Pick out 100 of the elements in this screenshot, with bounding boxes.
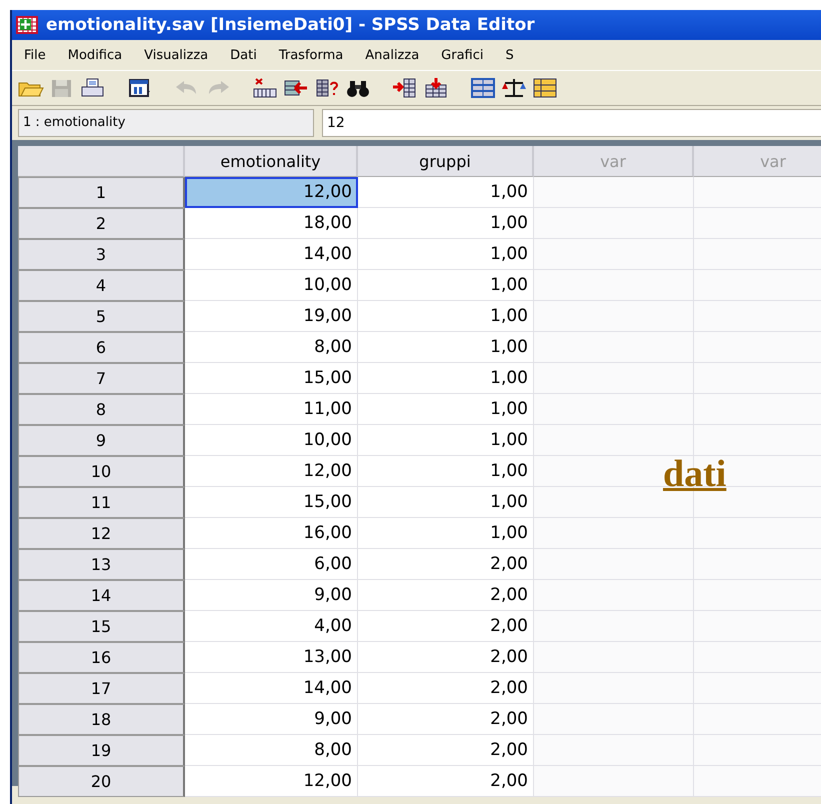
row-header[interactable]: 15 (18, 611, 185, 642)
row-header[interactable]: 10 (18, 456, 185, 487)
table-cell[interactable]: 12,00 (185, 177, 358, 208)
row-header[interactable]: 4 (18, 270, 185, 301)
row-header[interactable]: 1 (18, 177, 185, 208)
menu-item[interactable]: Modifica (68, 48, 122, 62)
table-cell[interactable]: 16,00 (185, 518, 358, 549)
table-cell[interactable]: 1,00 (358, 425, 534, 456)
table-cell[interactable] (534, 177, 694, 208)
table-cell[interactable]: 9,00 (185, 704, 358, 735)
menu-item[interactable]: Visualizza (144, 48, 208, 62)
table-cell[interactable]: 19,00 (185, 301, 358, 332)
printer-icon[interactable] (80, 77, 106, 99)
menu-item[interactable]: Grafici (441, 48, 484, 62)
table-cell[interactable] (534, 363, 694, 394)
table-cell[interactable] (534, 332, 694, 363)
table-cell[interactable] (534, 642, 694, 673)
scale-icon[interactable] (501, 77, 527, 99)
table-cell[interactable]: 2,00 (358, 642, 534, 673)
row-header[interactable]: 7 (18, 363, 185, 394)
row-header[interactable]: 16 (18, 642, 185, 673)
table-cell[interactable] (534, 766, 694, 797)
table-cell[interactable]: 12,00 (185, 766, 358, 797)
table-cell[interactable]: 14,00 (185, 239, 358, 270)
row-header[interactable]: 2 (18, 208, 185, 239)
cell-reference: 1 : emotionality (18, 109, 314, 137)
grid-icon[interactable] (532, 77, 558, 99)
table-cell[interactable]: 2,00 (358, 735, 534, 766)
table-cell[interactable]: 2,00 (358, 766, 534, 797)
table-cell[interactable]: 6,00 (185, 549, 358, 580)
cell-editor-field[interactable]: 12 (322, 109, 821, 137)
table-cell[interactable] (534, 208, 694, 239)
row-header[interactable]: 13 (18, 549, 185, 580)
table-cell[interactable] (534, 270, 694, 301)
row-header[interactable]: 12 (18, 518, 185, 549)
table-cell[interactable] (534, 239, 694, 270)
row-header[interactable]: 20 (18, 766, 185, 797)
row-header[interactable]: 18 (18, 704, 185, 735)
table-cell[interactable]: 18,00 (185, 208, 358, 239)
table-cell[interactable]: 2,00 (358, 580, 534, 611)
table-cell[interactable] (534, 549, 694, 580)
table-cell[interactable]: 1,00 (358, 487, 534, 518)
row-header[interactable]: 19 (18, 735, 185, 766)
dati-link[interactable]: dati (663, 452, 726, 496)
table-cell[interactable] (534, 425, 694, 456)
table-cell[interactable]: 2,00 (358, 704, 534, 735)
table-cell[interactable]: 1,00 (358, 270, 534, 301)
table-cell[interactable]: 2,00 (358, 611, 534, 642)
table-cell[interactable] (534, 518, 694, 549)
table-cell[interactable]: 8,00 (185, 332, 358, 363)
table-cell[interactable]: 1,00 (358, 363, 534, 394)
table-cell[interactable] (534, 580, 694, 611)
table-cell[interactable]: 15,00 (185, 487, 358, 518)
table-cell[interactable]: 1,00 (358, 456, 534, 487)
row-header[interactable]: 8 (18, 394, 185, 425)
insert-row-icon[interactable] (252, 77, 278, 99)
row-header[interactable]: 3 (18, 239, 185, 270)
table-cell[interactable] (534, 487, 694, 518)
table-cell[interactable]: 9,00 (185, 580, 358, 611)
table-cell[interactable]: 8,00 (185, 735, 358, 766)
table-cell[interactable] (534, 611, 694, 642)
grid-arrow-down-icon[interactable] (423, 77, 449, 99)
column-header[interactable]: gruppi (358, 146, 534, 177)
row-header[interactable]: 9 (18, 425, 185, 456)
table-cell[interactable]: 14,00 (185, 673, 358, 704)
table-cell[interactable]: 1,00 (358, 239, 534, 270)
table-cell[interactable]: 1,00 (358, 394, 534, 425)
menu-item[interactable]: S (506, 48, 514, 62)
column-header[interactable]: emotionality (185, 146, 358, 177)
table-cell[interactable] (534, 301, 694, 332)
table-cell[interactable]: 1,00 (358, 208, 534, 239)
table-cell[interactable]: 1,00 (358, 518, 534, 549)
table-cell[interactable]: 1,00 (358, 177, 534, 208)
table-cell[interactable]: 4,00 (185, 611, 358, 642)
table-cell[interactable]: 2,00 (358, 673, 534, 704)
row-header[interactable]: 11 (18, 487, 185, 518)
table-cell[interactable] (534, 394, 694, 425)
table-cell[interactable]: 11,00 (185, 394, 358, 425)
table-cell[interactable]: 12,00 (185, 456, 358, 487)
split-table-icon[interactable] (470, 77, 496, 99)
table-cell[interactable]: 2,00 (358, 549, 534, 580)
insert-column-icon[interactable] (392, 77, 418, 99)
menu-item[interactable]: Analizza (365, 48, 420, 62)
table-cell[interactable]: 15,00 (185, 363, 358, 394)
row-header[interactable]: 6 (18, 332, 185, 363)
table-cell[interactable] (534, 673, 694, 704)
table-cell[interactable]: 10,00 (185, 425, 358, 456)
table-cell[interactable]: 13,00 (185, 642, 358, 673)
table-cell[interactable] (534, 735, 694, 766)
row-header[interactable]: 14 (18, 580, 185, 611)
row-header[interactable]: 17 (18, 673, 185, 704)
table-cell[interactable]: 1,00 (358, 301, 534, 332)
menu-item[interactable]: File (24, 48, 46, 62)
menu-item[interactable]: Dati (230, 48, 257, 62)
table-cell[interactable] (534, 704, 694, 735)
menu-item[interactable]: Trasforma (278, 48, 344, 62)
row-header[interactable]: 5 (18, 301, 185, 332)
table-cell[interactable]: 10,00 (185, 270, 358, 301)
table-question-icon[interactable] (314, 77, 340, 99)
table-cell[interactable]: 1,00 (358, 332, 534, 363)
